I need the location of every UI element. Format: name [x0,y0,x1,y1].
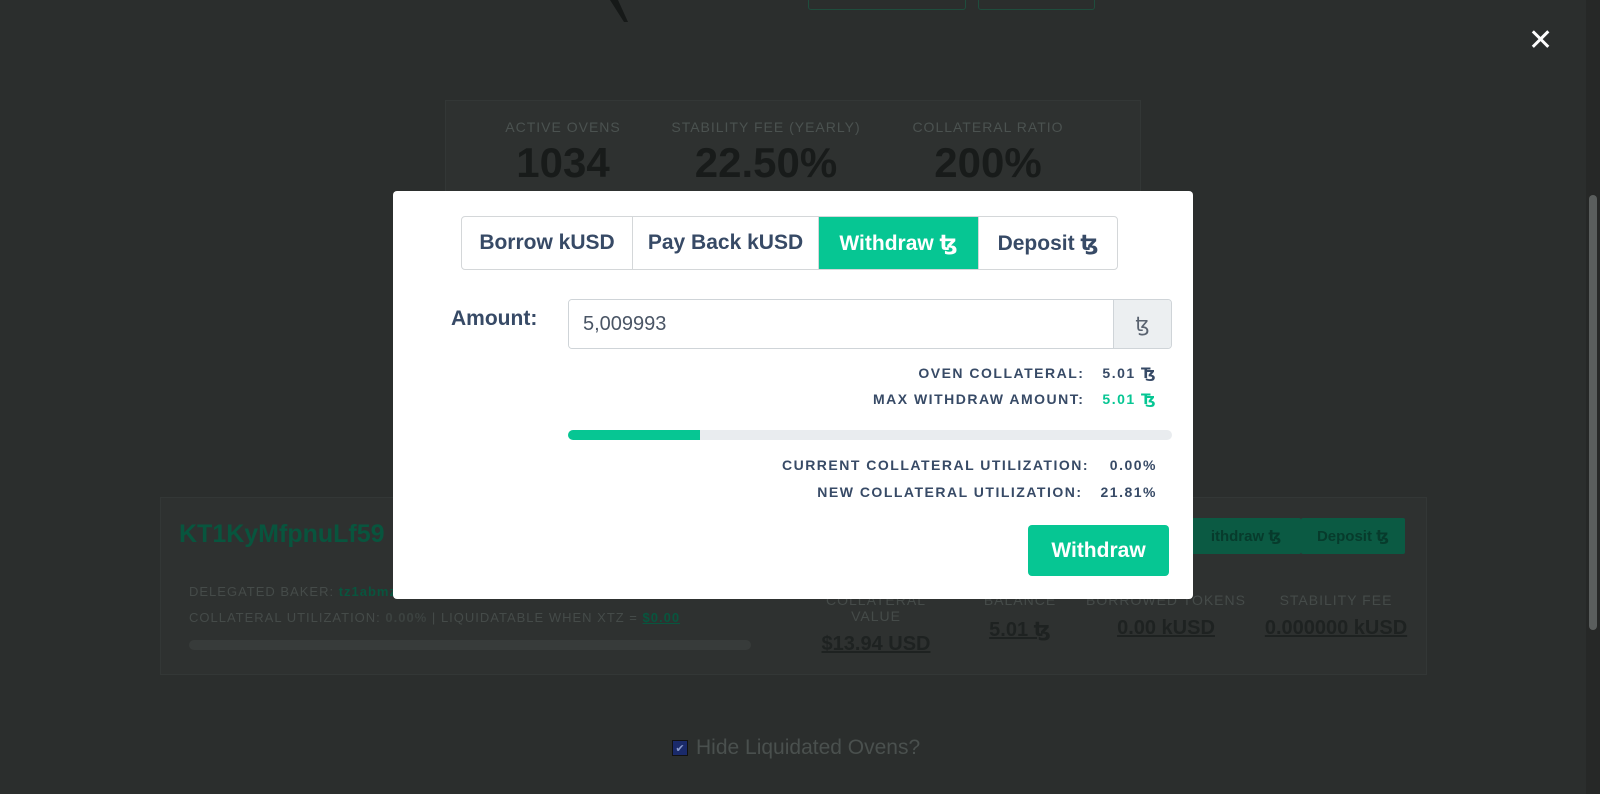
oven-collateral-row: OVEN COLLATERAL: 5.01 ꜩ [918,365,1157,382]
header-buttons [808,0,1095,10]
logo-fragment-icon [610,0,628,22]
hide-liquidated-toggle[interactable]: ✔ Hide Liquidated Ovens? [672,736,920,760]
oven-col-label: STABILITY FEE [1279,592,1393,608]
checkbox-checked-icon[interactable]: ✔ [672,740,688,756]
oven-col-borrowed-tokens: BORROWED TOKENS 0.00 kUSD [1086,592,1246,640]
amount-field: ꜩ [568,299,1172,349]
progress-fill [568,430,700,440]
current-util-value: 0.00% [1109,457,1157,473]
oven-col-value: 0.00 kUSD [1117,617,1215,639]
current-util-label: CURRENT COLLATERAL UTILIZATION: [781,457,1089,473]
new-util-label: NEW COLLATERAL UTILIZATION: [817,484,1083,500]
collateral-util-label: COLLATERAL UTILIZATION: [189,610,381,625]
oven-col-stability-fee: STABILITY FEE 0.000000 kUSD [1261,592,1411,640]
action-tabs: Borrow kUSD Pay Back kUSD Withdraw ꜩ Dep… [461,216,1118,270]
collateral-utilization-progress [568,430,1172,440]
oven-withdraw-button[interactable]: ithdraw ꜩ [1191,518,1301,554]
oven-address[interactable]: KT1KyMfpnuLf59 [179,520,385,549]
tab-pay-back-kusd[interactable]: Pay Back kUSD [633,217,819,269]
liquidatable-label: LIQUIDATABLE WHEN XTZ = [440,610,638,625]
tez-unit-addon: ꜩ [1113,300,1171,348]
collateral-util-value: 0.00% [385,610,428,625]
oven-collateral-value: 5.01 ꜩ [1102,365,1157,381]
oven-col-value: $13.94 USD [821,633,931,655]
scrollbar-thumb[interactable] [1589,195,1597,630]
withdraw-modal: Borrow kUSD Pay Back kUSD Withdraw ꜩ Dep… [393,191,1193,599]
header-button[interactable] [808,0,966,10]
stat-stability-fee: STABILITY FEE (YEARLY) 22.50% [671,119,861,187]
hide-liquidated-label: Hide Liquidated Ovens? [696,736,921,759]
new-utilization-row: NEW COLLATERAL UTILIZATION: 21.81% [817,484,1157,500]
page-scrollbar[interactable] [1586,0,1600,794]
stat-label: ACTIVE OVENS [505,119,621,135]
header-button[interactable] [978,0,1095,10]
stat-active-ovens: ACTIVE OVENS 1034 [498,119,628,187]
oven-utilization-bar [189,640,751,650]
max-withdraw-value[interactable]: 5.01 ꜩ [1102,391,1157,408]
tab-deposit[interactable]: Deposit ꜩ [979,217,1117,269]
max-withdraw-label: MAX WITHDRAW AMOUNT: [872,391,1085,407]
stat-label: STABILITY FEE (YEARLY) [671,119,861,135]
oven-col-value: 5.01 ꜩ [989,619,1051,641]
amount-input[interactable] [569,300,1113,348]
separator: | [431,610,437,625]
amount-label: Amount: [451,307,538,330]
oven-col-balance: BALANCE 5.01 ꜩ [981,592,1059,642]
current-utilization-row: CURRENT COLLATERAL UTILIZATION: 0.00% [782,457,1157,473]
max-withdraw-row: MAX WITHDRAW AMOUNT: 5.01 ꜩ [873,391,1157,408]
stat-label: COLLATERAL RATIO [912,119,1064,135]
stat-value: 1034 [516,139,610,186]
tab-withdraw[interactable]: Withdraw ꜩ [819,217,979,269]
collateral-utilization-line: COLLATERAL UTILIZATION: 0.00% | LIQUIDAT… [189,610,680,625]
delegated-baker-label: DELEGATED BAKER: [189,584,335,599]
withdraw-submit-button[interactable]: Withdraw [1028,525,1169,576]
oven-col-value: 0.000000 kUSD [1264,617,1408,639]
oven-collateral-label: OVEN COLLATERAL: [918,365,1085,381]
oven-deposit-button[interactable]: Deposit ꜩ [1301,518,1405,554]
close-icon[interactable]: ✕ [1528,26,1553,56]
stat-value: 22.50% [694,139,838,186]
tab-borrow-kusd[interactable]: Borrow kUSD [462,217,633,269]
stat-value: 200% [934,139,1042,186]
stat-collateral-ratio: COLLATERAL RATIO 200% [908,119,1068,187]
new-util-value: 21.81% [1100,484,1157,500]
liquidatable-value: $0.00 [642,610,681,625]
oven-col-collateral-value: COLLATERAL VALUE $13.94 USD [801,592,951,656]
